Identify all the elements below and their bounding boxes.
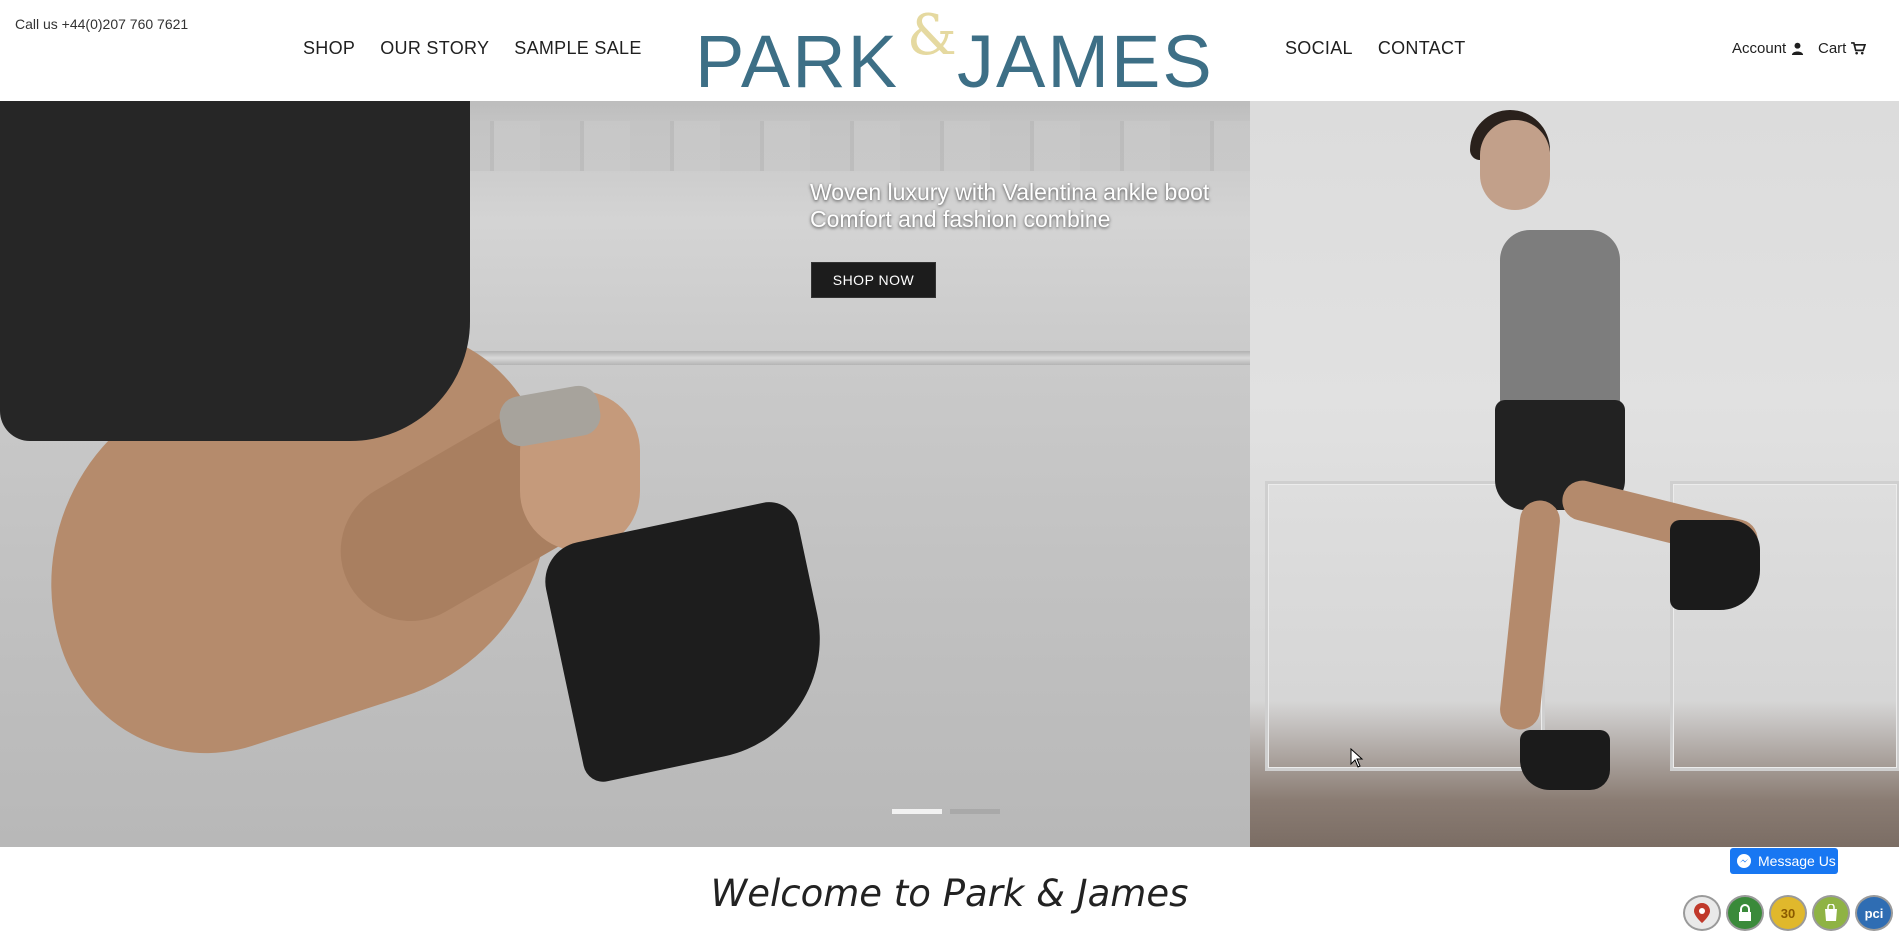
- slide-dot-1[interactable]: [892, 809, 942, 814]
- map-pin-icon[interactable]: [1683, 895, 1721, 931]
- trust-badges: 30 pci: [1683, 895, 1893, 931]
- logo-text-right: JAMES: [957, 20, 1214, 103]
- nav-our-story[interactable]: OUR STORY: [380, 38, 489, 59]
- slider-pagination: [892, 809, 1000, 814]
- welcome-heading: Welcome to Park & James: [710, 872, 1189, 915]
- lock-icon[interactable]: [1726, 895, 1764, 931]
- site-header: Call us +44(0)207 760 7621 SHOP OUR STOR…: [0, 0, 1899, 101]
- messenger-icon: [1737, 854, 1751, 868]
- hero-caption: Woven luxury with Valentina ankle boot C…: [810, 179, 1209, 233]
- pci-icon[interactable]: pci: [1855, 895, 1893, 931]
- primary-nav-right: SOCIAL CONTACT: [1285, 38, 1466, 59]
- logo-text-left: PARK: [695, 20, 900, 103]
- logo-ampersand: &: [907, 3, 957, 68]
- model-boot-raised: [1670, 520, 1760, 610]
- phone-number: Call us +44(0)207 760 7621: [15, 16, 189, 32]
- account-link[interactable]: Account: [1732, 40, 1804, 57]
- nav-social[interactable]: SOCIAL: [1285, 38, 1353, 59]
- hero-slider[interactable]: Woven luxury with Valentina ankle boot C…: [0, 101, 1899, 847]
- user-icon: [1792, 42, 1804, 55]
- messenger-button[interactable]: Message Us: [1730, 848, 1838, 874]
- model-top-shape: [1500, 230, 1620, 410]
- nav-contact[interactable]: CONTACT: [1378, 38, 1466, 59]
- site-logo[interactable]: PARK & JAMES: [695, 6, 1212, 100]
- model-head-shape: [1480, 120, 1550, 210]
- cart-link[interactable]: Cart: [1818, 40, 1867, 57]
- primary-nav-left: SHOP OUR STORY SAMPLE SALE: [303, 38, 642, 59]
- nav-sample-sale[interactable]: SAMPLE SALE: [514, 38, 641, 59]
- shop-now-button[interactable]: SHOP NOW: [811, 262, 936, 298]
- slide-dot-2[interactable]: [950, 809, 1000, 814]
- wall-panel-left: [1265, 481, 1545, 771]
- 30-badge-icon[interactable]: 30: [1769, 895, 1807, 931]
- account-label: Account: [1732, 40, 1787, 57]
- hero-caption-line1: Woven luxury with Valentina ankle boot: [810, 179, 1210, 205]
- woven-boot-shape: [537, 496, 843, 786]
- shopify-bag-icon[interactable]: [1812, 895, 1850, 931]
- model-boot-standing: [1520, 730, 1610, 790]
- messenger-label: Message Us: [1758, 853, 1836, 869]
- cart-label: Cart: [1818, 40, 1847, 57]
- cart-icon: [1851, 42, 1867, 55]
- nav-shop[interactable]: SHOP: [303, 38, 355, 59]
- leather-shorts-shape: [0, 101, 470, 441]
- hero-caption-line2: Comfort and fashion combine: [810, 206, 1111, 232]
- mouse-cursor-icon: [1350, 748, 1364, 768]
